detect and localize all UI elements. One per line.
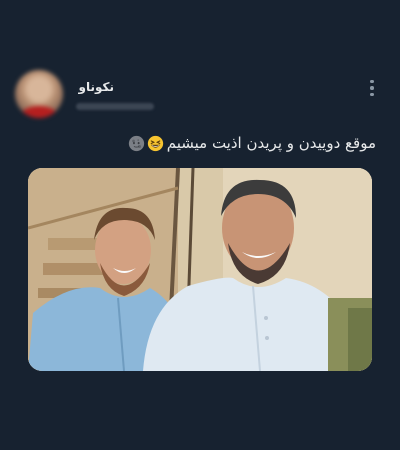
grinning-squinting-face-icon bbox=[147, 135, 163, 151]
tweet-body: موقع دوییدن و پریدن اذیت میشیم bbox=[166, 134, 376, 152]
tweet-screen: نکوناو موقع دوییدن و پریدن اذیت میشیم bbox=[0, 0, 400, 450]
tweet-text: موقع دوییدن و پریدن اذیت میشیم bbox=[128, 134, 376, 152]
more-options-icon[interactable] bbox=[364, 76, 380, 100]
author-handle-redacted bbox=[76, 103, 154, 110]
tweet-media-image[interactable] bbox=[28, 168, 372, 371]
new-moon-face-icon bbox=[128, 135, 144, 151]
avatar[interactable] bbox=[15, 70, 63, 118]
author-name[interactable]: نکوناو bbox=[79, 80, 114, 94]
